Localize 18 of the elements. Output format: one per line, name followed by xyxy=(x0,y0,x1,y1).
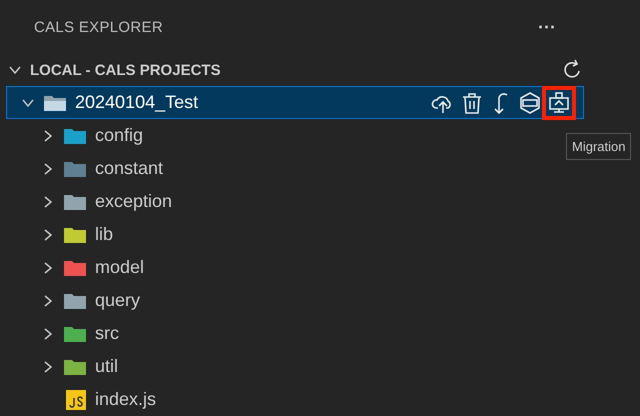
folder-name[interactable]: model xyxy=(95,257,583,278)
tooltip: Migration xyxy=(566,133,632,160)
more-actions-button[interactable]: ··· xyxy=(538,16,556,38)
folder-name[interactable]: constant xyxy=(95,158,583,179)
file-name[interactable]: index.js xyxy=(95,389,583,410)
project-name: 20240104_Test xyxy=(75,92,200,113)
folder-name[interactable]: lib xyxy=(95,224,583,245)
panel-title: CALS EXPLORER xyxy=(34,18,163,36)
project-row[interactable]: 20240104_Test xyxy=(6,86,584,119)
folder-name[interactable]: exception xyxy=(95,191,583,212)
folder-name[interactable]: src xyxy=(95,323,583,344)
folder-name[interactable]: util xyxy=(95,356,583,377)
trash-icon[interactable] xyxy=(460,90,484,114)
sdk-cube-icon[interactable] xyxy=(518,90,542,114)
javascript-file-icon xyxy=(65,388,87,410)
section-header[interactable]: LOCAL - CALS PROJECTS xyxy=(30,62,552,78)
folder-name[interactable]: query xyxy=(95,290,583,311)
monitor-icon[interactable] xyxy=(547,90,571,114)
